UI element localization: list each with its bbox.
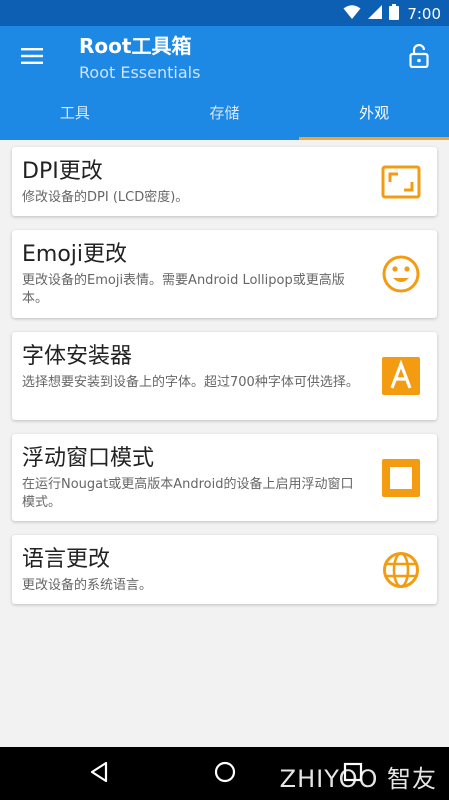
card-title: 浮动窗口模式 [22,446,155,471]
card-description: 修改设备的DPI (LCD密度)。 [22,190,189,205]
card-language-change[interactable]: 语言更改 更改设备的系统语言。 [12,535,437,604]
status-bar: 7:00 [0,0,449,26]
card-description: 更改设备的系统语言。 [22,578,153,593]
home-circle-icon [214,761,236,787]
navigation-bar: ZHIYOO 智友 [0,747,449,800]
card-description: 更改设备的Emoji表情。需要Android Lollipop或更高版本。 [22,273,345,306]
card-floating-window[interactable]: 浮动窗口模式 在运行Nougat或更高版本Android的设备上启用浮动窗口模式… [12,434,437,521]
globe-icon [381,550,421,590]
battery-icon [389,4,400,24]
signal-icon [367,4,383,24]
tab-tools[interactable]: 工具 [0,98,150,140]
app-subtitle: Root Essentials [79,63,201,82]
card-title: 语言更改 [22,547,111,572]
back-triangle-icon [89,761,109,787]
app-bar: Root工具箱 Root Essentials 工具 存储 外观 [0,26,449,140]
tab-bar: 工具 存储 外观 [0,98,449,140]
card-description: 在运行Nougat或更高版本Android的设备上启用浮动窗口模式。 [22,477,354,510]
tab-storage[interactable]: 存储 [150,98,300,140]
lock-button[interactable] [403,42,435,74]
card-title: 字体安装器 [22,344,133,369]
tab-appearance[interactable]: 外观 [299,98,449,140]
app-title: Root工具箱 [79,34,192,58]
card-title: DPI更改 [22,159,103,184]
card-description: 选择想要安装到设备上的字体。超过700种字体可供选择。 [22,375,359,390]
watermark: ZHIYOO 智友 [279,765,437,793]
smiley-icon [381,254,421,294]
card-title: Emoji更改 [22,242,128,267]
card-dpi-change[interactable]: DPI更改 修改设备的DPI (LCD密度)。 [12,147,437,216]
hamburger-menu-icon [21,48,43,68]
back-button[interactable] [86,761,112,787]
status-time: 7:00 [407,5,441,23]
home-button[interactable] [212,761,238,787]
font-a-icon [381,356,421,396]
menu-button[interactable] [16,42,48,74]
floating-window-icon [381,458,421,498]
lock-open-icon [409,43,429,72]
card-font-installer[interactable]: 字体安装器 选择想要安装到设备上的字体。超过700种字体可供选择。 [12,332,437,420]
card-emoji-change[interactable]: Emoji更改 更改设备的Emoji表情。需要Android Lollipop或… [12,230,437,318]
wifi-icon [343,4,361,24]
status-icons: 7:00 [343,4,441,24]
aspect-ratio-icon [381,162,421,202]
